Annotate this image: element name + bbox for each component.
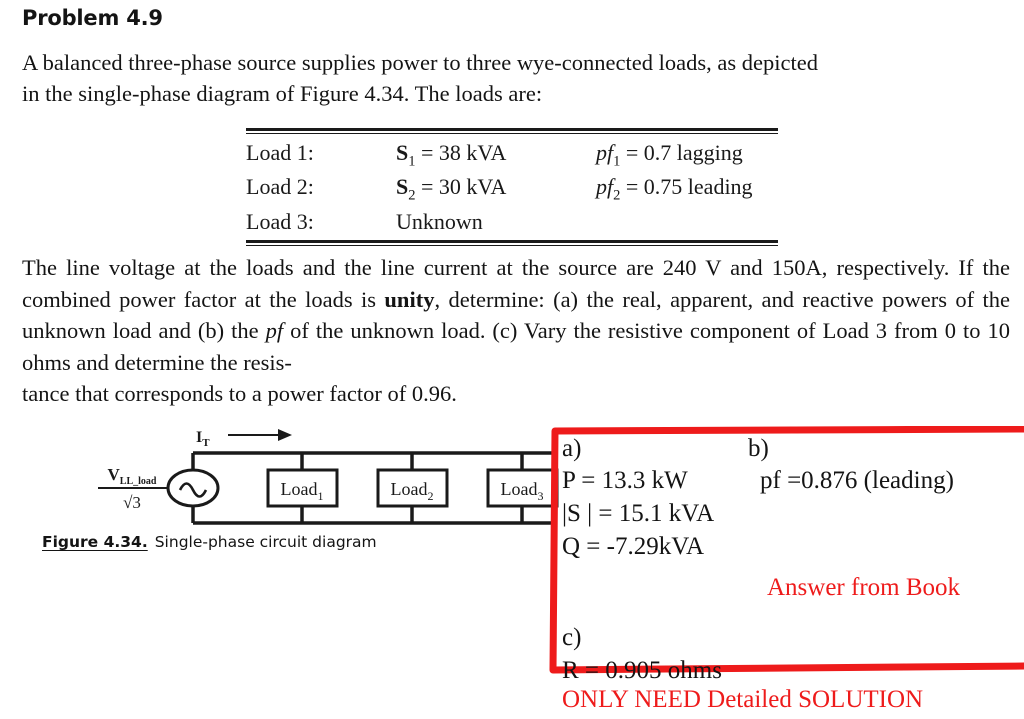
body-paragraph: The line voltage at the loads and the li… (22, 252, 1010, 410)
current-label: IT (196, 429, 210, 449)
table-top-rule (246, 128, 778, 134)
answer-resistance: R = 0.905 ohms (562, 657, 722, 684)
load-1-subscript: 1 (317, 489, 323, 503)
s-symbol: S (396, 140, 409, 165)
figure-number: Figure 4.34. (42, 533, 148, 551)
current-arrow-icon (228, 429, 292, 441)
source-voltage-label: VLL_load √3 (98, 465, 168, 512)
loads-table: Load 1: S1 = 38 kVA pf1 = 0.7 lagging Lo… (246, 128, 778, 246)
answer-real-power: P = 13.3 kW (562, 467, 688, 494)
body-italic-pf: pf (265, 318, 284, 343)
load-name: Load 2: (246, 174, 314, 200)
s-symbol: S (396, 174, 409, 200)
pf-symbol: pf (596, 174, 614, 200)
intro-line-2: in the single-phase diagram of Figure 4.… (22, 81, 543, 106)
load-apparent-power: S1 = 38 kVA (396, 140, 596, 174)
pf-value: = 0.7 lagging (620, 140, 743, 165)
svg-text:√3: √3 (123, 493, 141, 512)
load-1-branch: Load1 (266, 453, 339, 523)
table-row: Load 3: Unknown (246, 209, 778, 235)
load-2-branch: Load2 (376, 453, 449, 523)
body-emphasis-unity: unity (384, 286, 435, 312)
svg-text:VLL_load: VLL_load (108, 465, 157, 487)
table-row: Load 2: S2 = 30 kVA pf2 = 0.75 leading (246, 174, 778, 208)
pf-symbol: pf (596, 140, 614, 165)
answer-power-factor: pf =0.876 (leading) (760, 467, 954, 494)
figure-caption-text: Single-phase circuit diagram (154, 533, 377, 551)
ac-source-icon (166, 468, 220, 508)
answer-part-a-label: a) (562, 435, 582, 462)
answer-apparent-power: |S | = 15.1 kVA (562, 500, 715, 527)
s-value: = 30 kVA (415, 174, 507, 200)
page-title: Problem 4.9 (22, 6, 163, 30)
load-1-label: Load (281, 479, 318, 499)
load-power-factor (596, 209, 778, 235)
footer-note: ONLY NEED Detailed SOLUTION (562, 686, 924, 713)
answer-part-c-label: c) (562, 624, 582, 651)
load-power-factor: pf1 = 0.7 lagging (596, 140, 778, 174)
load-2-subscript: 2 (427, 489, 433, 503)
intro-paragraph: A balanced three-phase source supplies p… (22, 47, 1007, 109)
load-apparent-power: Unknown (396, 208, 483, 234)
s-subscript: 2 (408, 187, 416, 204)
table-row: Load 1: S1 = 38 kVA pf1 = 0.7 lagging (246, 140, 778, 174)
answer-part-b-label: b) (748, 435, 769, 462)
load-name: Load 1: (246, 140, 314, 165)
load-3-branch: Load3 (486, 453, 559, 523)
load-power-factor: pf2 = 0.75 leading (596, 174, 778, 208)
answer-source-note: Answer from Book (767, 574, 961, 601)
answer-box-content: a) b) P = 13.3 kW pf =0.876 (leading) |S… (562, 430, 1024, 684)
answer-reactive-power: Q = -7.29kVA (562, 533, 705, 560)
load-apparent-power: S2 = 30 kVA (396, 174, 596, 208)
load-3-label: Load (501, 479, 538, 499)
table-bottom-rule (246, 239, 778, 246)
load-2-label: Load (391, 479, 428, 499)
load-name: Load 3: (246, 208, 314, 234)
figure-caption: Figure 4.34. Single-phase circuit diagram (42, 533, 377, 551)
s-value: = 38 kVA (415, 140, 507, 165)
s-subscript: 1 (408, 153, 416, 170)
load-3-subscript: 3 (537, 489, 543, 503)
body-segment-4: tance that corresponds to a power factor… (22, 381, 457, 406)
intro-line-1: A balanced three-phase source supplies p… (22, 50, 818, 75)
pf-value: = 0.75 leading (620, 174, 753, 200)
